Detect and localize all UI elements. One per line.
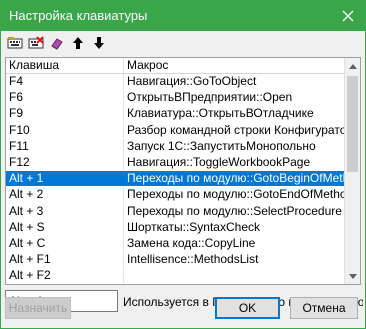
close-icon — [342, 10, 354, 22]
key-cell: Alt + F2 — [6, 268, 124, 284]
move-down-button[interactable] — [89, 34, 109, 52]
table-row[interactable]: Alt + S Шорткаты::SyntaxCheck — [6, 219, 346, 235]
key-cell: Alt + 1 — [9, 171, 44, 186]
macro-cell: Шорткаты::SyntaxCheck — [127, 219, 260, 234]
macro-cell — [124, 268, 346, 283]
table-row[interactable]: Alt + 2 Переходы по модулю::GotoEndOfMeth… — [6, 187, 346, 203]
chevron-down-icon — [349, 273, 357, 279]
table-row[interactable]: Alt + 3 Переходы по модулю::SelectProcedu… — [6, 203, 346, 219]
key-cell: Alt + C — [6, 236, 124, 251]
move-up-button[interactable] — [68, 34, 88, 52]
key-cell: F11 — [6, 138, 124, 154]
macro-cell: Intellisence::MethodsList — [127, 252, 259, 267]
table-row[interactable]: Alt + F1 Intellisence::MethodsList — [6, 252, 346, 268]
scroll-up-button[interactable] — [345, 58, 360, 74]
key-cell: Alt + 3 — [6, 203, 124, 219]
table-row[interactable]: Alt + C Замена кода::CopyLine — [6, 236, 346, 251]
table-row[interactable]: F9 Клавиатура::ОткрытьВОтладчике — [6, 106, 346, 122]
macro-cell: Переходы по модулю::GotoEndOfMethod — [127, 187, 346, 202]
eraser-icon — [51, 38, 63, 50]
keyboard-settings-window: Настройка клавиатуры Клавиша Макрос F4 Н… — [0, 0, 366, 329]
keyboard-icon — [7, 37, 23, 49]
macro-cell: ОткрытьВПредприятии::Open — [127, 90, 293, 105]
macro-cell: Клавиатура::ОткрытьВОтладчике — [127, 106, 314, 121]
table-row[interactable]: F6 ОткрытьВПредприятии::Open — [6, 90, 346, 106]
key-cell: Alt + 2 — [6, 187, 124, 203]
chevron-up-icon — [349, 63, 357, 69]
column-header-macro[interactable]: Макрос — [124, 58, 346, 74]
macro-cell: Замена кода::CopyLine — [127, 236, 256, 250]
arrow-down-icon — [94, 37, 104, 49]
key-cell: F10 — [6, 122, 124, 138]
cancel-button[interactable]: Отмена — [290, 297, 358, 319]
key-cell: Alt + S — [6, 219, 124, 235]
key-cell: F4 — [6, 74, 124, 89]
scroll-down-button[interactable] — [345, 268, 360, 284]
table-row[interactable]: F12 Навигация::ToggleWorkbookPage — [6, 155, 346, 170]
assign-key-button[interactable] — [5, 34, 25, 52]
macro-cell: Разбор командной строки Конфигуратора — [127, 122, 346, 137]
arrow-up-icon — [73, 37, 83, 49]
remove-key-button[interactable] — [26, 34, 46, 52]
key-cell: F6 — [6, 90, 124, 106]
table-row[interactable]: F4 Навигация::GoToObject — [6, 74, 346, 89]
key-cell: F9 — [6, 106, 124, 122]
window-title: Настройка клавиатуры — [9, 8, 148, 23]
toolbar — [5, 34, 110, 52]
scroll-thumb[interactable] — [347, 76, 358, 172]
table-row[interactable]: Alt + F2 — [6, 268, 346, 284]
clear-button[interactable] — [47, 34, 67, 52]
close-button[interactable] — [331, 1, 365, 31]
shortcuts-table[interactable]: Клавиша Макрос F4 Навигация::GoToObject F6… — [5, 57, 361, 285]
macro-cell: Навигация::GoToObject — [127, 74, 257, 88]
title-bar[interactable]: Настройка клавиатуры — [1, 1, 365, 31]
macro-cell: Навигация::ToggleWorkbookPage — [127, 155, 311, 169]
vertical-scrollbar[interactable] — [344, 58, 360, 284]
table-header: Клавиша Макрос — [6, 58, 346, 74]
key-cell: F12 — [6, 155, 124, 170]
macro-cell: Переходы по модулю::GotoBeginOfMethod — [127, 171, 346, 186]
delete-key-icon — [28, 36, 44, 49]
table-row[interactable]: F10 Разбор командной строки Конфигуратора — [6, 122, 346, 138]
column-header-key[interactable]: Клавиша — [6, 58, 124, 74]
macro-cell: Запуск 1С::ЗапуститьМонопольно — [127, 138, 316, 153]
macro-cell: Переходы по модулю::SelectProcedure — [127, 203, 342, 218]
table-row[interactable]: F11 Запуск 1С::ЗапуститьМонопольно — [6, 138, 346, 154]
key-cell: Alt + F1 — [6, 252, 124, 268]
ok-button[interactable]: OK — [215, 297, 280, 319]
assign-button[interactable]: Назначить — [5, 297, 71, 319]
table-row[interactable]: Alt + 1 Переходы по модулю::GotoBeginOfMe… — [6, 171, 346, 187]
table-body: F4 Навигация::GoToObject F6 ОткрытьВПредпри… — [6, 74, 346, 284]
